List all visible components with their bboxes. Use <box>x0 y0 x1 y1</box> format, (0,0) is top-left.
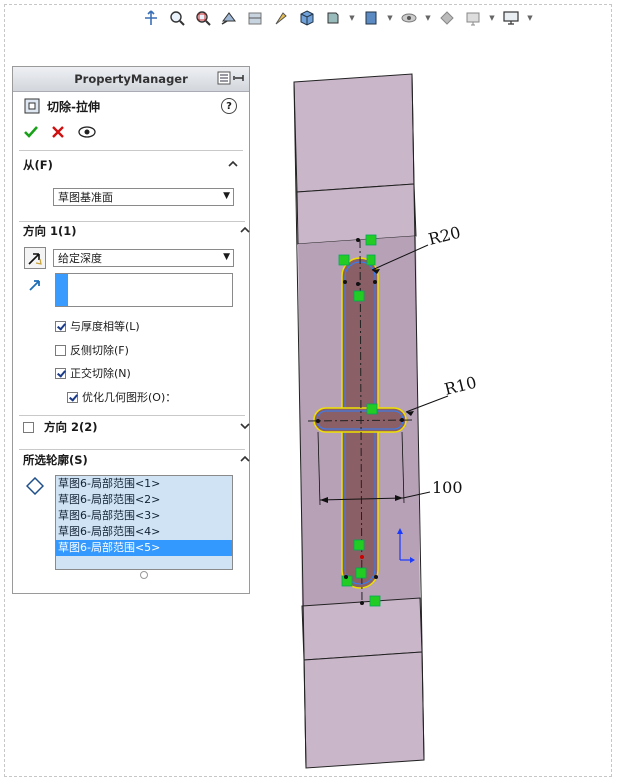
relation-handle[interactable] <box>355 567 367 579</box>
divider <box>19 415 245 416</box>
property-manager-panel: PropertyManager 切除-拉伸 ? 从(F) 草图基准面 ▼ 方向 … <box>12 66 250 594</box>
list-item[interactable]: 草图6-局部范围<3> <box>56 508 232 524</box>
view-toolbar: ▼ ▼ ▼ ▼ ▼ <box>140 5 534 31</box>
from-label: 从(F) <box>23 158 53 172</box>
checkbox-normal-cut[interactable] <box>55 367 66 379</box>
cancel-x-icon[interactable] <box>51 125 65 139</box>
chevron-down-icon: ▼ <box>223 191 230 201</box>
chevron-down-icon[interactable]: ▼ <box>526 7 534 29</box>
part-face-top[interactable] <box>293 73 415 193</box>
action-buttons <box>13 120 249 144</box>
hide-show-icon[interactable] <box>360 7 382 29</box>
view-orient-icon[interactable] <box>140 7 162 29</box>
reverse-direction-icon[interactable] <box>24 247 46 269</box>
option-label: 正交切除(N) <box>70 367 131 380</box>
chevron-up-icon[interactable] <box>227 158 239 170</box>
contour-diamond-icon <box>26 477 44 495</box>
direction1-label: 方向 1(1) <box>23 224 77 238</box>
chevron-up-icon[interactable] <box>239 453 251 465</box>
end-condition-value: 给定深度 <box>58 252 102 265</box>
option-label: 反侧切除(F) <box>70 344 129 357</box>
chevron-down-icon[interactable]: ▼ <box>424 7 432 29</box>
from-select-value: 草图基准面 <box>58 191 113 204</box>
chevron-down-icon[interactable]: ▼ <box>348 7 356 29</box>
list-item[interactable]: 草图6-局部范围<1> <box>56 476 232 492</box>
display-style-icon[interactable] <box>322 7 344 29</box>
direction2-section-header[interactable]: 方向 2(2) <box>13 417 261 437</box>
preview-eye-icon[interactable] <box>77 125 97 139</box>
checkbox-direction2[interactable] <box>23 421 34 433</box>
option-optimize-geometry[interactable]: 优化几何图形(O)： <box>67 389 176 405</box>
feature-title: 切除-拉伸 <box>47 99 100 114</box>
relation-handle[interactable] <box>353 539 365 551</box>
relation-handle[interactable] <box>369 595 381 607</box>
view-settings-icon[interactable] <box>462 7 484 29</box>
dynamic-annotation-icon[interactable] <box>270 7 292 29</box>
relation-handle[interactable] <box>353 290 365 302</box>
list-item[interactable]: 草图6-局部范围<2> <box>56 492 232 508</box>
chevron-down-icon[interactable] <box>239 420 251 432</box>
contours-section-header[interactable]: 所选轮廓(S) <box>13 450 261 470</box>
chevron-down-icon[interactable]: ▼ <box>488 7 496 29</box>
help-icon[interactable]: ? <box>221 98 237 114</box>
direction2-label: 方向 2(2) <box>44 420 98 434</box>
chevron-up-icon[interactable] <box>239 224 251 236</box>
apply-scene-icon[interactable] <box>436 7 458 29</box>
divider <box>19 150 243 151</box>
option-flip-side[interactable]: 反侧切除(F) <box>55 342 129 358</box>
relation-handle[interactable] <box>338 254 350 266</box>
panel-header: PropertyManager <box>13 67 249 92</box>
previous-view-icon[interactable] <box>218 7 240 29</box>
list-item[interactable]: 草图6-局部范围<4> <box>56 524 232 540</box>
chevron-down-icon[interactable]: ▼ <box>386 7 394 29</box>
from-section-header[interactable]: 从(F) <box>13 155 249 175</box>
option-label: 与厚度相等(L) <box>70 320 140 333</box>
edit-appearance-icon[interactable] <box>398 7 420 29</box>
direction-vector-icon <box>29 280 40 291</box>
from-select[interactable]: 草图基准面 ▼ <box>53 188 234 206</box>
contours-label: 所选轮廓(S) <box>23 453 88 467</box>
tree-icon[interactable] <box>217 71 231 85</box>
option-equal-thickness[interactable]: 与厚度相等(L) <box>55 318 140 334</box>
resize-grip-icon[interactable] <box>140 571 148 579</box>
dimension-100[interactable]: 100 <box>432 478 463 497</box>
option-label: 优化几何图形(O)： <box>82 391 177 404</box>
end-condition-select[interactable]: 给定深度 ▼ <box>53 249 234 267</box>
feature-title-row: 切除-拉伸 ? <box>13 92 249 120</box>
part-face-lower[interactable] <box>301 597 423 661</box>
zoom-area-icon[interactable] <box>192 7 214 29</box>
checkbox-flip-side[interactable] <box>55 344 66 356</box>
zoom-fit-icon[interactable] <box>166 7 188 29</box>
option-normal-cut[interactable]: 正交切除(N) <box>55 365 131 381</box>
monitor-icon[interactable] <box>500 7 522 29</box>
relation-handle[interactable] <box>365 234 377 246</box>
pin-icon[interactable] <box>233 71 245 85</box>
direction-selection-box[interactable] <box>55 273 233 307</box>
direction1-section-header[interactable]: 方向 1(1) <box>13 221 261 241</box>
panel-pin-controls <box>217 71 245 85</box>
relation-handle[interactable] <box>366 254 376 266</box>
chevron-down-icon: ▼ <box>223 252 230 262</box>
extrude-cut-icon <box>24 98 40 114</box>
contours-listbox[interactable]: 草图6-局部范围<1> 草图6-局部范围<2> 草图6-局部范围<3> 草图6-… <box>55 475 233 570</box>
part-face-bottom[interactable] <box>303 651 425 769</box>
part-face-upper[interactable] <box>296 183 417 245</box>
list-item-selected[interactable]: 草图6-局部范围<5> <box>56 540 232 556</box>
section-view-icon[interactable] <box>244 7 266 29</box>
checkbox-optimize-geometry[interactable] <box>67 391 78 403</box>
ok-check-icon[interactable] <box>23 124 39 140</box>
selection-box-focus-bar <box>56 274 68 306</box>
checkbox-equal-thickness[interactable] <box>55 320 66 332</box>
panel-title: PropertyManager <box>74 72 188 86</box>
view-orientation-icon[interactable] <box>296 7 318 29</box>
relation-handle[interactable] <box>366 403 378 415</box>
